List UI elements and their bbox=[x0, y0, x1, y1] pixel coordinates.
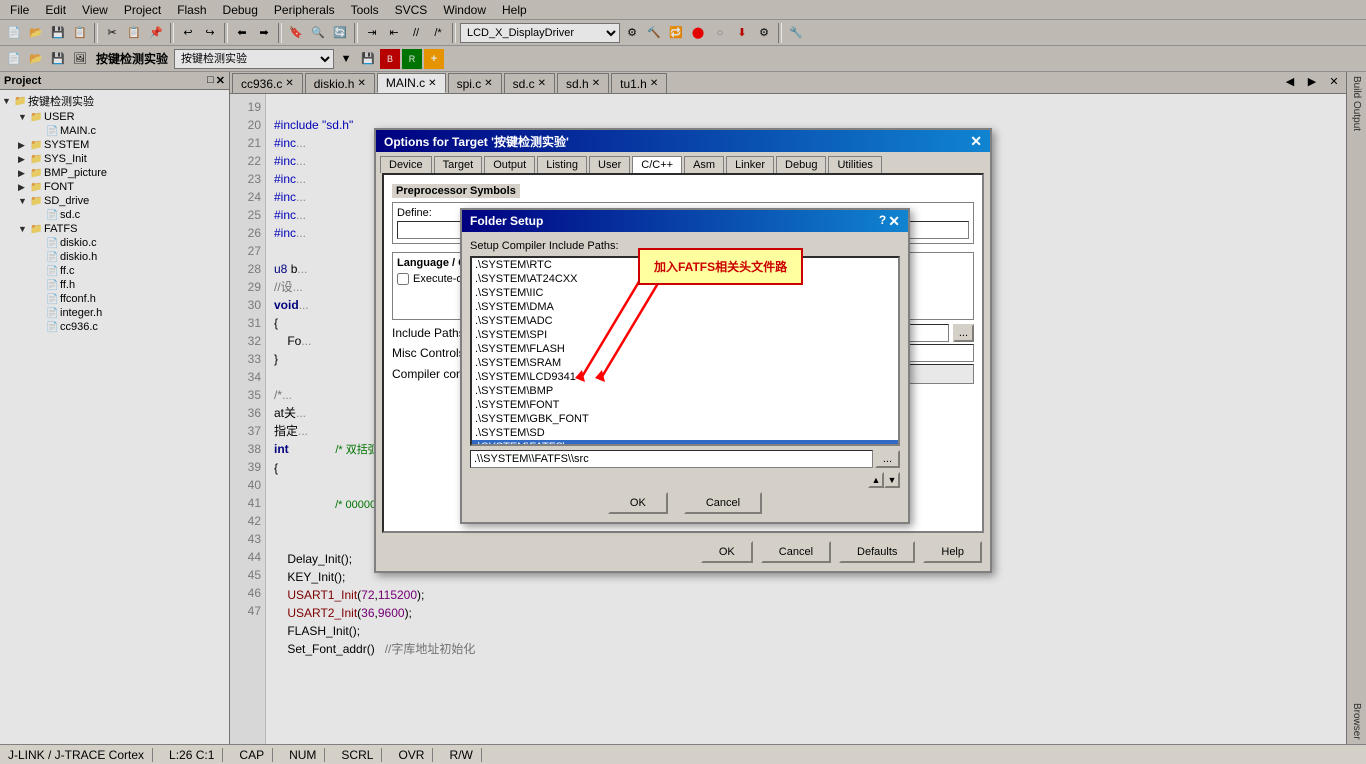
scroll-btns: ▲ ▼ bbox=[470, 472, 900, 488]
include-paths-browse[interactable]: ... bbox=[953, 324, 974, 342]
status-jlink: J-LINK / J-TRACE Cortex bbox=[8, 748, 153, 762]
status-scrl: SCRL bbox=[341, 748, 382, 762]
path-item[interactable]: .\SYSTEM\FATFS\src bbox=[472, 440, 898, 446]
path-item[interactable]: .\SYSTEM\BMP bbox=[472, 384, 898, 398]
folder-help-icon[interactable]: ? bbox=[879, 213, 886, 230]
callout-text: 加入FATFS相关头文件路 bbox=[654, 260, 787, 274]
options-close-btn[interactable]: ✕ bbox=[970, 133, 982, 150]
callout-container: 加入FATFS相关头文件路 bbox=[638, 248, 803, 285]
options-dialog-title: Options for Target '按键检测实验' ✕ bbox=[376, 130, 990, 152]
path-item[interactable]: .\SYSTEM\ADC bbox=[472, 314, 898, 328]
path-item[interactable]: .\SYSTEM\IIC bbox=[472, 286, 898, 300]
options-footer: OK Cancel Defaults Help bbox=[376, 533, 990, 571]
options-tabs: Device Target Output Listing User C/C++ … bbox=[376, 152, 990, 173]
folder-input-row: ... bbox=[470, 450, 900, 468]
callout-box: 加入FATFS相关头文件路 bbox=[638, 248, 803, 285]
options-cancel-btn[interactable]: Cancel bbox=[761, 541, 831, 563]
options-help-btn[interactable]: Help bbox=[923, 541, 982, 563]
folder-title-text: Folder Setup bbox=[470, 214, 543, 228]
folder-title-btns: ? ✕ bbox=[879, 213, 900, 230]
status-num: NUM bbox=[289, 748, 325, 762]
status-pos: L:26 C:1 bbox=[169, 748, 223, 762]
options-title-text: Options for Target '按键检测实验' bbox=[384, 133, 569, 150]
folder-dialog-title: Folder Setup ? ✕ bbox=[462, 210, 908, 232]
folder-ok-btn[interactable]: OK bbox=[608, 492, 668, 514]
opt-tab-utilities[interactable]: Utilities bbox=[828, 156, 881, 173]
opt-tab-target[interactable]: Target bbox=[434, 156, 483, 173]
status-rw: R/W bbox=[449, 748, 481, 762]
opt-tab-user[interactable]: User bbox=[589, 156, 630, 173]
options-defaults-btn[interactable]: Defaults bbox=[839, 541, 915, 563]
path-item[interactable]: .\SYSTEM\DMA bbox=[472, 300, 898, 314]
path-item[interactable]: .\SYSTEM\FLASH bbox=[472, 342, 898, 356]
opt-tab-cc[interactable]: C/C++ bbox=[632, 156, 682, 173]
opt-tab-device[interactable]: Device bbox=[380, 156, 432, 173]
path-item[interactable]: .\SYSTEM\SD bbox=[472, 426, 898, 440]
status-ovr: OVR bbox=[398, 748, 433, 762]
include-paths-label: Include Paths: bbox=[392, 326, 468, 340]
folder-footer: OK Cancel bbox=[470, 492, 900, 514]
opt-tab-listing[interactable]: Listing bbox=[537, 156, 587, 173]
paths-scroll-down[interactable]: ▼ bbox=[884, 472, 900, 488]
opt-tab-linker[interactable]: Linker bbox=[726, 156, 774, 173]
folder-browse-btn[interactable]: ... bbox=[875, 450, 900, 468]
path-item[interactable]: .\SYSTEM\GBK_FONT bbox=[472, 412, 898, 426]
opt-tab-debug[interactable]: Debug bbox=[776, 156, 826, 173]
path-item[interactable]: .\SYSTEM\FONT bbox=[472, 398, 898, 412]
opt-tab-output[interactable]: Output bbox=[484, 156, 535, 173]
folder-close-btn[interactable]: ✕ bbox=[888, 213, 900, 230]
options-ok-btn[interactable]: OK bbox=[701, 541, 753, 563]
opt-tab-asm[interactable]: Asm bbox=[684, 156, 724, 173]
path-item[interactable]: .\SYSTEM\LCD9341 bbox=[472, 370, 898, 384]
exec-only-check[interactable] bbox=[397, 273, 409, 285]
preprocessor-label: Preprocessor Symbols bbox=[392, 184, 520, 198]
paths-scroll-up[interactable]: ▲ bbox=[868, 472, 884, 488]
status-bar: J-LINK / J-TRACE Cortex L:26 C:1 CAP NUM… bbox=[0, 744, 1366, 764]
path-item[interactable]: .\SYSTEM\SRAM bbox=[472, 356, 898, 370]
misc-label: Misc Controls: bbox=[392, 346, 468, 360]
path-item[interactable]: .\SYSTEM\SPI bbox=[472, 328, 898, 342]
folder-path-input[interactable] bbox=[470, 450, 873, 468]
folder-cancel-btn[interactable]: Cancel bbox=[684, 492, 762, 514]
status-cap: CAP bbox=[239, 748, 273, 762]
